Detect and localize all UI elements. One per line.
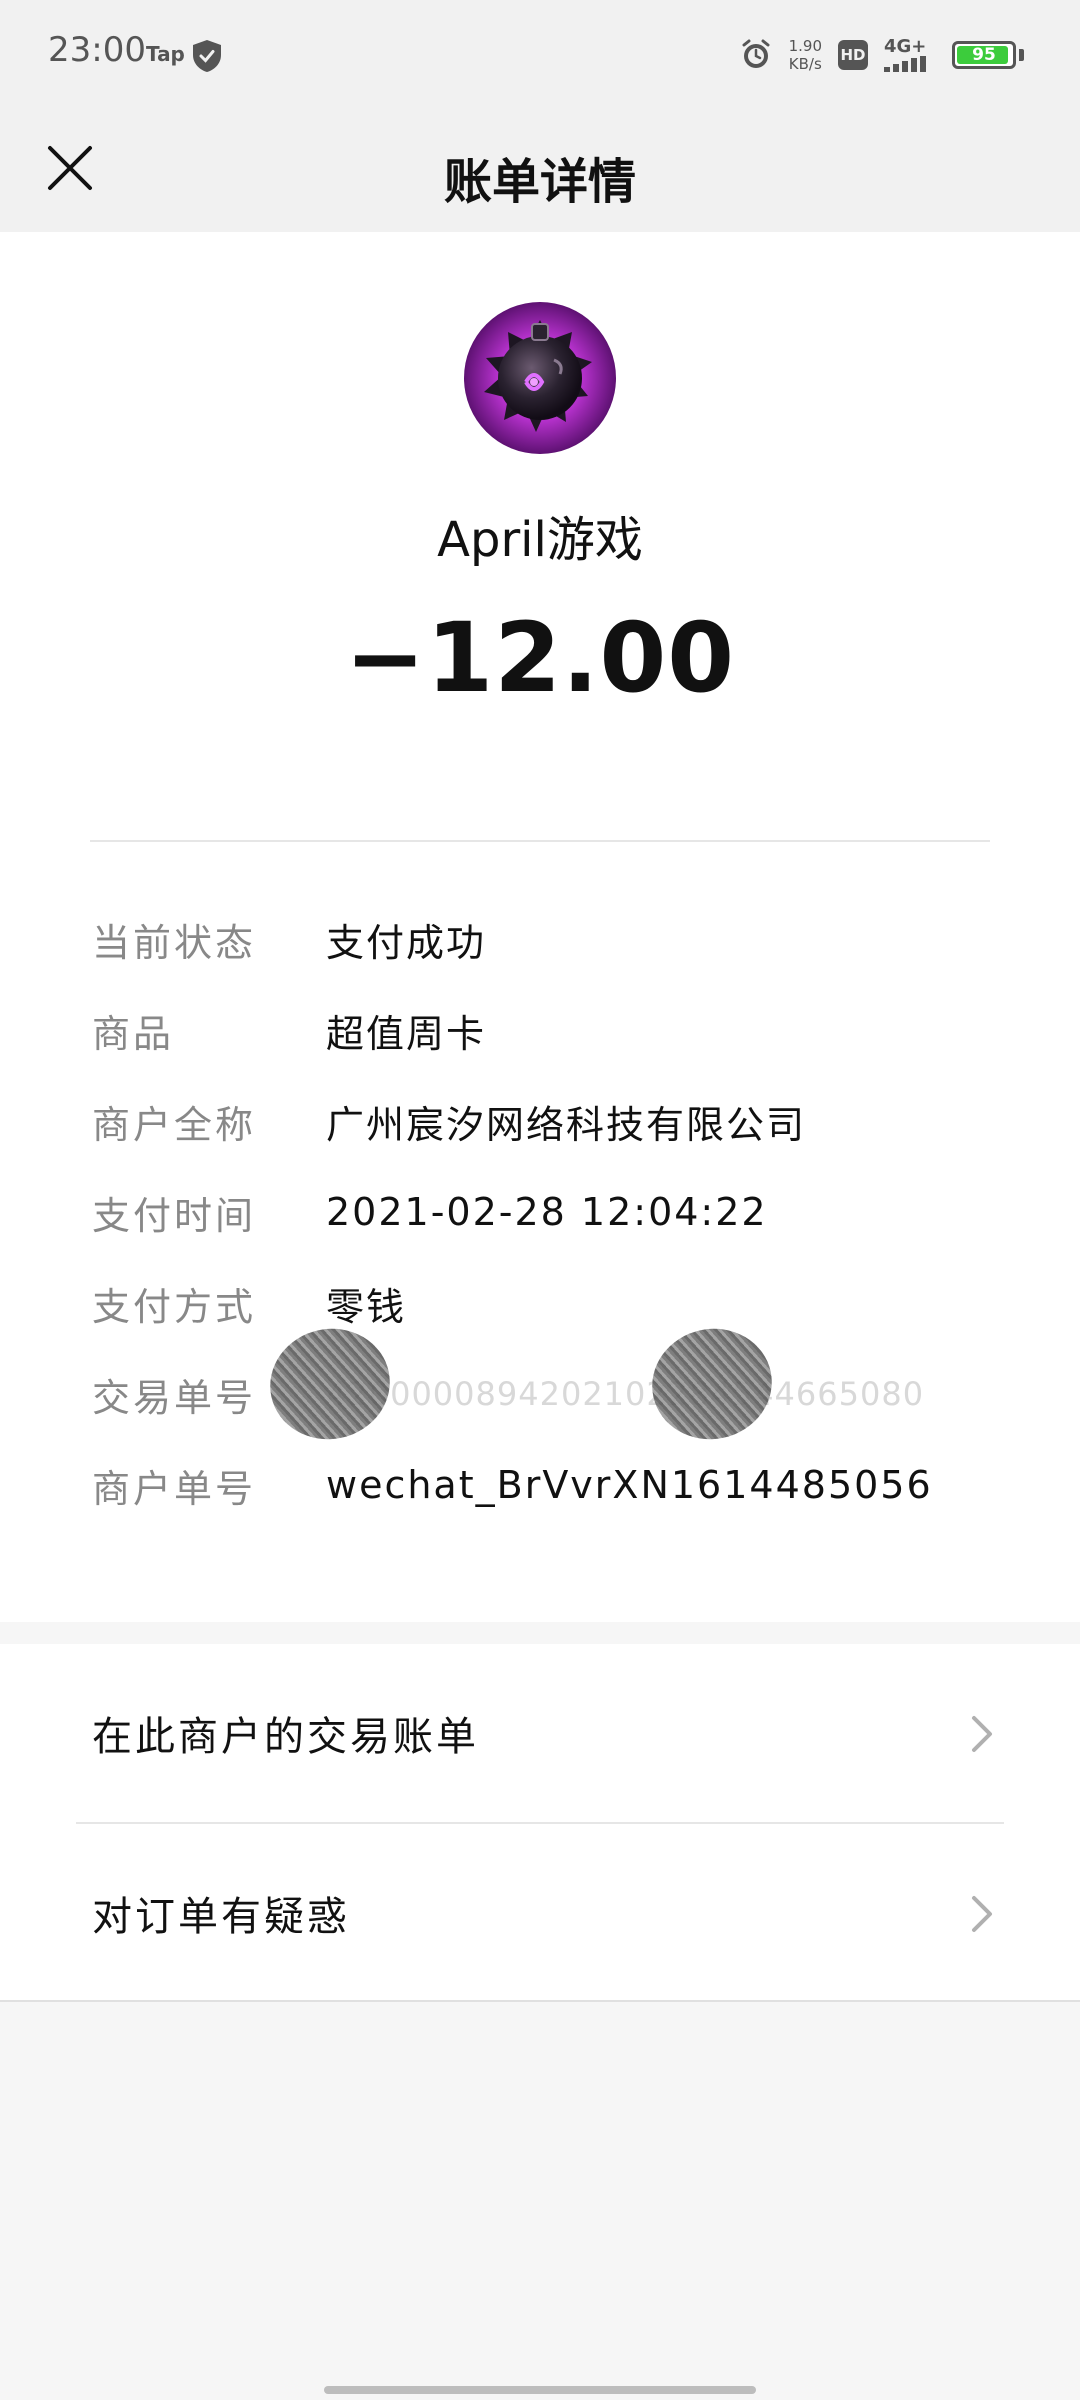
hd-badge: HD (838, 40, 868, 70)
network-type: 4G+ (884, 36, 927, 57)
menu-item-label: 在此商户的交易账单 (92, 1714, 479, 1760)
nav-bar: 账单详情 (0, 108, 1080, 232)
transaction-id-value: 4200000894202102284544665080 (326, 1375, 925, 1413)
detail-value: 支付成功 (326, 920, 487, 965)
detail-value: 2021-02-28 12:04:22 (326, 1190, 768, 1234)
menu-bottom-border (0, 2000, 1080, 2002)
status-right-group: 1.90 KB/s HD 4G+ 95 (739, 30, 1024, 80)
signal-icon: 4G+ (884, 38, 936, 72)
chevron-right-icon (972, 1716, 992, 1752)
detail-row-merchant-order: 商户单号 wechat_BrVvrXN1614485056 (92, 1450, 1012, 1520)
detail-row-merchant: 商户全称 广州宸汐网络科技有限公司 (92, 1086, 1012, 1156)
detail-row-time: 支付时间 2021-02-28 12:04:22 (92, 1177, 1012, 1247)
detail-label: 支付时间 (92, 1193, 257, 1238)
page-title: 账单详情 (443, 154, 636, 210)
battery-tip (1019, 49, 1024, 61)
detail-label: 支付方式 (92, 1284, 257, 1329)
merchant-transactions-link[interactable]: 在此商户的交易账单 (0, 1644, 1080, 1822)
tap-label: Tap (146, 42, 185, 66)
detail-value: wechat_BrVvrXN1614485056 (326, 1463, 933, 1507)
battery-level: 95 (972, 45, 996, 65)
detail-label: 当前状态 (92, 920, 257, 965)
detail-value: 广州宸汐网络科技有限公司 (326, 1102, 807, 1147)
detail-row-status: 当前状态 支付成功 (92, 904, 1012, 974)
detail-label: 商户单号 (92, 1466, 257, 1511)
detail-label: 商户全称 (92, 1102, 257, 1147)
speed-value: 1.90 (788, 37, 822, 55)
status-time: 23:00 (48, 30, 146, 70)
bill-detail-card: April游戏 −12.00 当前状态 支付成功 商品 超值周卡 商户全称 广州… (0, 232, 1080, 1622)
menu-item-label: 对订单有疑惑 (92, 1894, 350, 1940)
detail-value: 零钱 (326, 1284, 407, 1329)
order-question-link[interactable]: 对订单有疑惑 (0, 1824, 1080, 2002)
menu-section: 在此商户的交易账单 对订单有疑惑 (0, 1644, 1080, 2000)
speed-unit: KB/s (788, 55, 822, 73)
detail-value: 超值周卡 (326, 1011, 487, 1056)
alarm-icon (742, 39, 770, 68)
divider (90, 840, 990, 842)
merchant-avatar (464, 302, 616, 454)
detail-row-product: 商品 超值周卡 (92, 995, 1012, 1065)
detail-label: 商品 (92, 1011, 175, 1056)
detail-row-method: 支付方式 零钱 (92, 1268, 1012, 1338)
merchant-logo-icon (464, 302, 616, 454)
transaction-amount: −12.00 (344, 602, 736, 714)
battery-icon: 95 (952, 41, 1016, 69)
network-speed: 1.90 KB/s (789, 37, 822, 73)
chevron-right-icon (972, 1896, 992, 1932)
home-indicator[interactable] (324, 2386, 756, 2394)
merchant-name: April游戏 (437, 512, 643, 568)
status-bar: 23:00 Tap 1.90 KB/s HD 4G+ 95 (0, 0, 1080, 108)
shield-icon (193, 40, 221, 72)
detail-row-transaction-id: 交易单号 4200000894202102284544665080 (92, 1317, 1012, 1451)
